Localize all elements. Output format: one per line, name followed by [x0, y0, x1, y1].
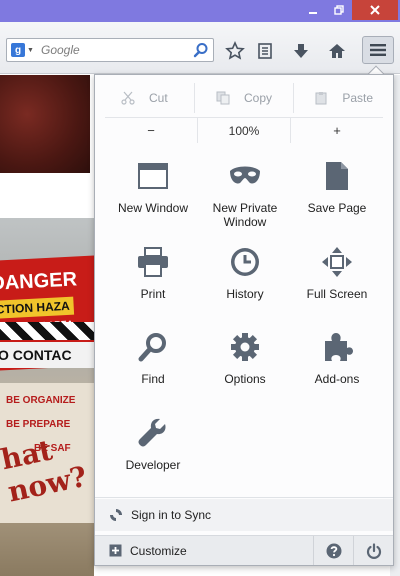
star-icon	[225, 41, 245, 60]
full-screen-icon	[322, 247, 352, 277]
navigation-toolbar: g ▼	[0, 22, 400, 74]
search-icon[interactable]	[193, 42, 209, 58]
sync-label: Sign in to Sync	[131, 508, 212, 522]
new-private-window-label: New Private Window	[212, 201, 278, 229]
danger-text: DANGER	[0, 268, 78, 295]
close-icon	[370, 5, 380, 15]
customize-label: Customize	[130, 543, 187, 558]
history-label: History	[226, 287, 264, 301]
search-input[interactable]	[41, 43, 181, 57]
zoom-reset-button[interactable]: 100%	[197, 118, 291, 143]
bookmarks-icon	[258, 43, 272, 59]
infection-text: CTION HAZA	[0, 296, 75, 319]
copy-icon	[216, 91, 230, 105]
hazard-stripes	[0, 322, 94, 340]
copy-button[interactable]: Copy	[195, 83, 295, 113]
copy-label: Copy	[244, 91, 273, 105]
google-icon: g	[11, 43, 25, 57]
downloads-button[interactable]	[290, 40, 312, 62]
quit-button[interactable]	[353, 536, 393, 565]
scissors-icon	[121, 91, 135, 105]
paste-button[interactable]: Paste	[294, 83, 393, 113]
home-icon	[329, 44, 345, 58]
hazard-sign-image: DANGER CTION HAZA UARANTINE AREA O CONTA…	[0, 218, 94, 576]
search-bar[interactable]: g ▼	[6, 38, 214, 62]
options-button[interactable]: Options	[197, 330, 293, 386]
developer-button[interactable]: Developer	[105, 416, 201, 472]
zoom-controls: − 100% +	[105, 117, 383, 143]
zoom-in-button[interactable]: +	[291, 118, 383, 143]
footer-divider	[95, 497, 393, 498]
mask-icon	[230, 166, 260, 184]
paste-label: Paste	[342, 91, 374, 105]
clipboard-icon	[315, 92, 327, 105]
customize-button[interactable]: Customize	[95, 536, 313, 565]
search-engine-selector[interactable]: g ▼	[7, 39, 41, 61]
prepared-text: BE PREPARE	[6, 419, 71, 430]
menu-footer: Customize	[95, 535, 393, 565]
add-ons-label: Add-ons	[314, 372, 360, 386]
new-window-label: New Window	[117, 201, 189, 215]
developer-label: Developer	[125, 458, 181, 472]
title-bar	[0, 0, 400, 22]
home-button[interactable]	[326, 40, 348, 62]
sign-in-to-sync-button[interactable]: Sign in to Sync	[95, 499, 393, 531]
new-window-icon	[138, 163, 168, 189]
printer-icon	[138, 247, 168, 277]
bookmark-star-button[interactable]	[224, 40, 246, 62]
background-image-top	[0, 75, 90, 173]
add-ons-button[interactable]: Add-ons	[289, 330, 385, 386]
save-page-button[interactable]: Save Page	[289, 159, 385, 215]
history-button[interactable]: History	[197, 245, 293, 301]
print-button[interactable]: Print	[105, 245, 201, 301]
find-label: Find	[141, 372, 165, 386]
download-arrow-icon	[294, 44, 308, 58]
edit-controls: Cut Copy Paste	[95, 83, 393, 113]
zoom-out-button[interactable]: −	[105, 118, 197, 143]
bookmarks-menu-button[interactable]	[254, 40, 276, 62]
wrench-icon	[138, 418, 166, 447]
hamburger-menu-icon	[370, 44, 386, 56]
organized-text: BE ORGANIZE	[6, 395, 76, 406]
save-page-label: Save Page	[307, 201, 367, 215]
cut-button[interactable]: Cut	[95, 83, 195, 113]
minimize-button[interactable]	[300, 0, 326, 20]
power-icon	[366, 542, 381, 559]
new-window-button[interactable]: New Window	[105, 159, 201, 215]
plus-box-icon	[109, 544, 122, 557]
new-private-window-button[interactable]: New Private Window	[197, 159, 293, 229]
contact-text: O CONTAC	[0, 342, 94, 368]
find-button[interactable]: Find	[105, 330, 201, 386]
full-screen-button[interactable]: Full Screen	[289, 245, 385, 301]
restore-icon	[334, 5, 344, 15]
options-label: Options	[224, 372, 266, 386]
help-button[interactable]	[313, 536, 353, 565]
puzzle-piece-icon	[325, 333, 353, 361]
chevron-down-icon: ▼	[27, 46, 34, 54]
main-menu-panel: Cut Copy Paste − 100% + New Window New P…	[94, 74, 394, 566]
sync-icon	[110, 509, 122, 521]
clock-icon	[231, 248, 259, 276]
minimize-icon	[309, 12, 317, 14]
gear-icon	[231, 333, 259, 361]
print-label: Print	[140, 287, 166, 301]
magnifier-icon	[138, 333, 166, 362]
cut-label: Cut	[148, 91, 168, 105]
save-page-icon	[326, 162, 348, 190]
close-button[interactable]	[352, 0, 398, 20]
full-screen-label: Full Screen	[306, 287, 368, 301]
restore-button[interactable]	[326, 0, 352, 20]
open-menu-button[interactable]	[362, 36, 394, 64]
help-icon	[326, 543, 341, 558]
